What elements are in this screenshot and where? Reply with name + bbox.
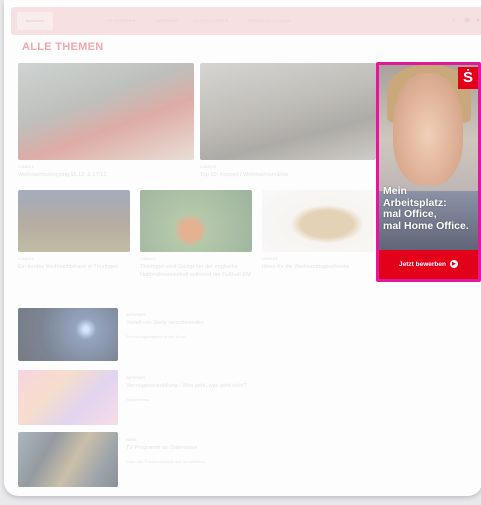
article-kicker: LOKALES [140,257,156,261]
play-arrow-icon: ▶ [449,260,458,269]
article-image[interactable] [200,63,376,160]
article-kicker: LOKALES [18,165,34,169]
nav-label: TOP THEMEN [104,18,133,23]
chevron-down-icon: ▾ [133,18,136,23]
article-title[interactable]: Top 10: Konzert / Weihnachtsmärkte [200,171,376,179]
ad-headline-line: mal Home Office. [383,219,469,232]
article-image[interactable] [140,190,252,252]
article-kicker: NEWS [126,438,137,442]
article-image[interactable] [18,370,118,425]
article-image[interactable] [18,308,118,361]
article-title[interactable]: Weihnachtsshopping 16.12. & 17.12. [18,171,194,179]
user-icon[interactable]: ● [476,17,481,24]
article-title[interactable]: TV Programm als Datenware [126,444,366,452]
article-kicker: LOKALES [200,165,216,169]
ad-person-face [393,73,463,185]
ad-image: Ṡ Mein Arbeitsplatz: mal Office, mal Hom… [379,65,478,279]
article-kicker: LOKALES [262,257,278,261]
sparkasse-logo-icon: Ṡ [458,67,478,89]
article-desc: Daten der Rundfunkanstalt und Sendekette… [126,459,205,464]
article-image[interactable] [18,190,130,252]
article-desc: Ratgeberfrau [126,397,150,402]
article-title[interactable]: Vermögensverteilung - Was geht, was geht… [126,382,366,390]
search-icon[interactable]: ⌕ [452,17,459,24]
article-title[interactable]: Vorteil von Stelly verschwenden [126,319,366,327]
nav-veranstaltungen[interactable]: VERANSTALTUNGEN [247,18,290,23]
ad-headline: Mein Arbeitsplatz: mal Office, mal Home … [383,185,469,232]
nav-nachrichten[interactable]: NACHRICHTEN ▾ [193,18,228,23]
chevron-down-icon: ▾ [225,18,228,23]
nav-label: VERANSTALTUNGEN [247,18,291,23]
ad-headline-line: mal Office, [383,208,437,220]
article-kicker: RATGEBER [126,313,145,317]
job-advertisement[interactable]: Ṡ Mein Arbeitsplatz: mal Office, mal Hom… [376,62,481,282]
article-image[interactable] [262,190,374,252]
article-kicker: RATGEBER [126,376,145,380]
article-title[interactable]: Ideen für die Weihnachtsgeschenke [262,263,374,271]
nav-werbung[interactable]: WERBUNG [156,18,178,23]
nav-label: WERBUNG [156,18,179,23]
ad-headline-line: Mein [383,185,407,197]
article-desc: Einrichtungsratgeber große Kunst [126,334,186,339]
site-logo[interactable]: sparkasse [17,12,53,30]
nav-label: NACHRICHTEN [193,18,225,23]
apply-button[interactable]: Jetzt bewerben ▶ [379,250,478,279]
site-header: sparkasse TOP THEMEN ▾ WERBUNG NACHRICHT… [11,7,481,35]
chat-icon[interactable]: ◉ [464,17,471,24]
article-image[interactable] [18,63,194,160]
article-title[interactable]: Ein buntes Weihnachtshaus in Thüringen [18,263,130,271]
article-title[interactable]: Thüringen wird Gastgeber der englische N… [140,263,252,279]
page-title: ALLE THEMEN [22,41,104,53]
nav-top-themen[interactable]: TOP THEMEN ▾ [104,18,136,23]
apply-button-label: Jetzt bewerben [399,261,446,268]
article-image[interactable] [18,432,118,487]
article-kicker: LOKALES [18,257,34,261]
